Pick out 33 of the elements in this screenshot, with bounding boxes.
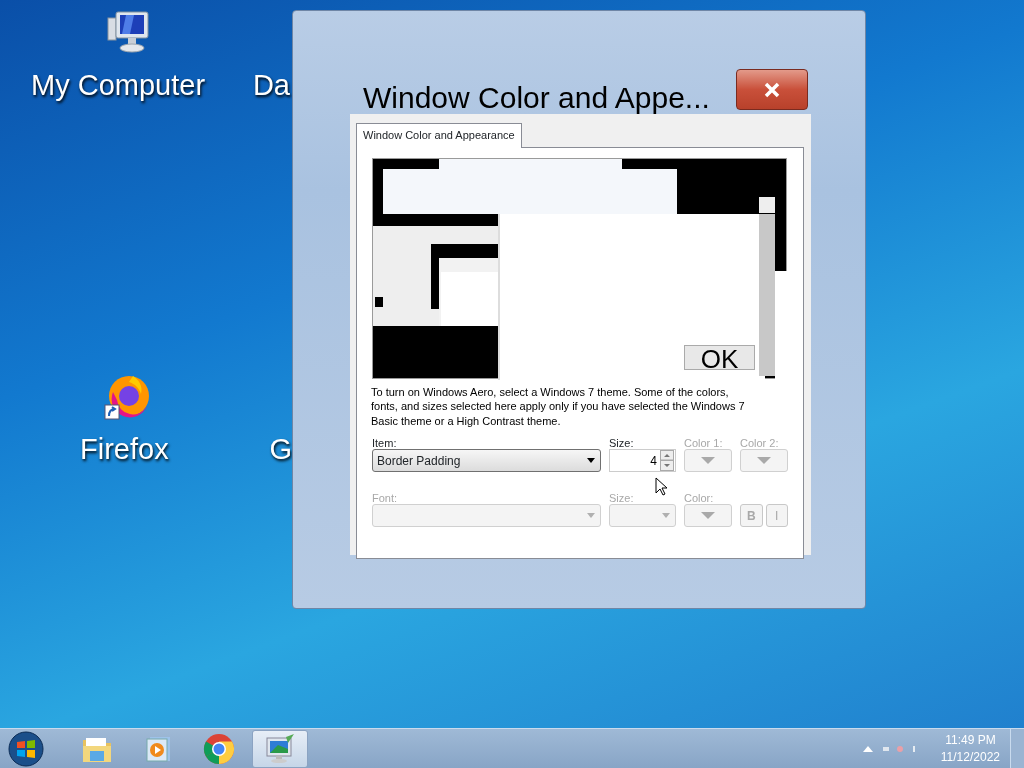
- monitor-icon[interactable]: [252, 729, 308, 768]
- field-label: Color 1:: [684, 436, 724, 450]
- field-label: Item:: [372, 436, 398, 450]
- dropdown-arrow-icon: [661, 512, 671, 519]
- size-spin-field[interactable]: 4: [609, 449, 676, 472]
- field-label: Color 2:: [740, 436, 780, 450]
- computer-icon[interactable]: [104, 10, 150, 54]
- dropdown-arrow-icon: [586, 512, 596, 519]
- desktop-icon-label[interactable]: Firefox: [80, 428, 169, 472]
- show-desktop-button[interactable]: [1010, 728, 1024, 768]
- desktop-icon-label[interactable]: My Computer: [31, 64, 206, 108]
- close-icon[interactable]: [763, 81, 781, 98]
- field-label: Size:: [609, 436, 635, 450]
- description-text: To turn on Windows Aero, select a Windows 7 theme. Some of the colors, fonts, and sizes selected here apply only if you have selected the Windows 7 Basic theme or a High Contrast theme.: [371, 384, 746, 428]
- spinner-icon[interactable]: [660, 450, 674, 471]
- tab[interactable]: Window Color and Appearance: [356, 123, 522, 148]
- size-value: 4: [650, 452, 658, 470]
- desktop-icon-label[interactable]: Da: [252, 64, 290, 108]
- window-title: Window Color and Appe...: [363, 80, 710, 116]
- field-label: Size:: [609, 491, 635, 505]
- dropdown-arrow-icon: [586, 457, 596, 464]
- tray-arrow-icon[interactable]: [862, 745, 873, 752]
- field-label: Font:: [372, 491, 399, 505]
- desktop-icon-label[interactable]: G: [269, 428, 292, 472]
- dropdown-value: Border Padding: [377, 452, 462, 470]
- clock-time: 11:49 PM: [944, 731, 997, 749]
- tray-icons[interactable]: [882, 744, 917, 753]
- field-label: Color:: [684, 491, 715, 505]
- close-button[interactable]: [736, 69, 808, 110]
- dropdown-field[interactable]: Border Padding: [372, 449, 601, 472]
- clock-date: 11/12/2022: [940, 748, 1000, 766]
- ok-button[interactable]: OK: [684, 344, 755, 370]
- mouse-cursor-icon: [655, 474, 667, 498]
